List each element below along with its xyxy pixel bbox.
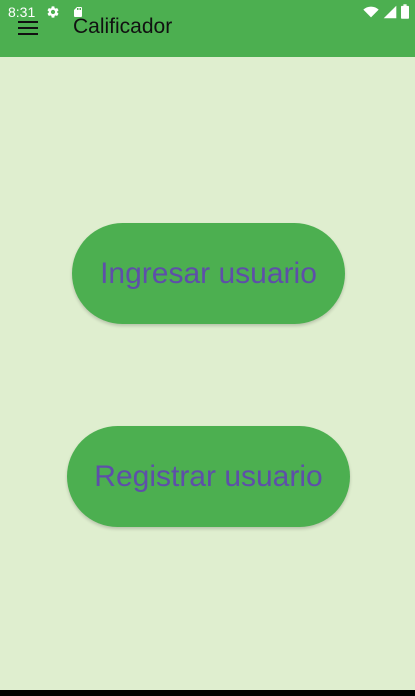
register-user-label: Registrar usuario — [94, 459, 323, 493]
menu-button[interactable] — [18, 18, 38, 38]
app-title: Calificador — [73, 15, 173, 38]
bottom-edge — [0, 690, 415, 696]
battery-icon — [401, 4, 409, 19]
login-user-label: Ingresar usuario — [100, 256, 317, 290]
settings-icon — [47, 6, 59, 18]
register-user-button[interactable]: Registrar usuario — [67, 426, 350, 527]
login-user-button[interactable]: Ingresar usuario — [72, 223, 345, 324]
hamburger-menu-icon — [18, 21, 38, 35]
status-bar: 8:31 — [0, 0, 415, 24]
app-bar: 8:31 Calificador — [0, 0, 415, 57]
signal-icon — [383, 5, 397, 19]
wifi-icon — [363, 6, 379, 18]
